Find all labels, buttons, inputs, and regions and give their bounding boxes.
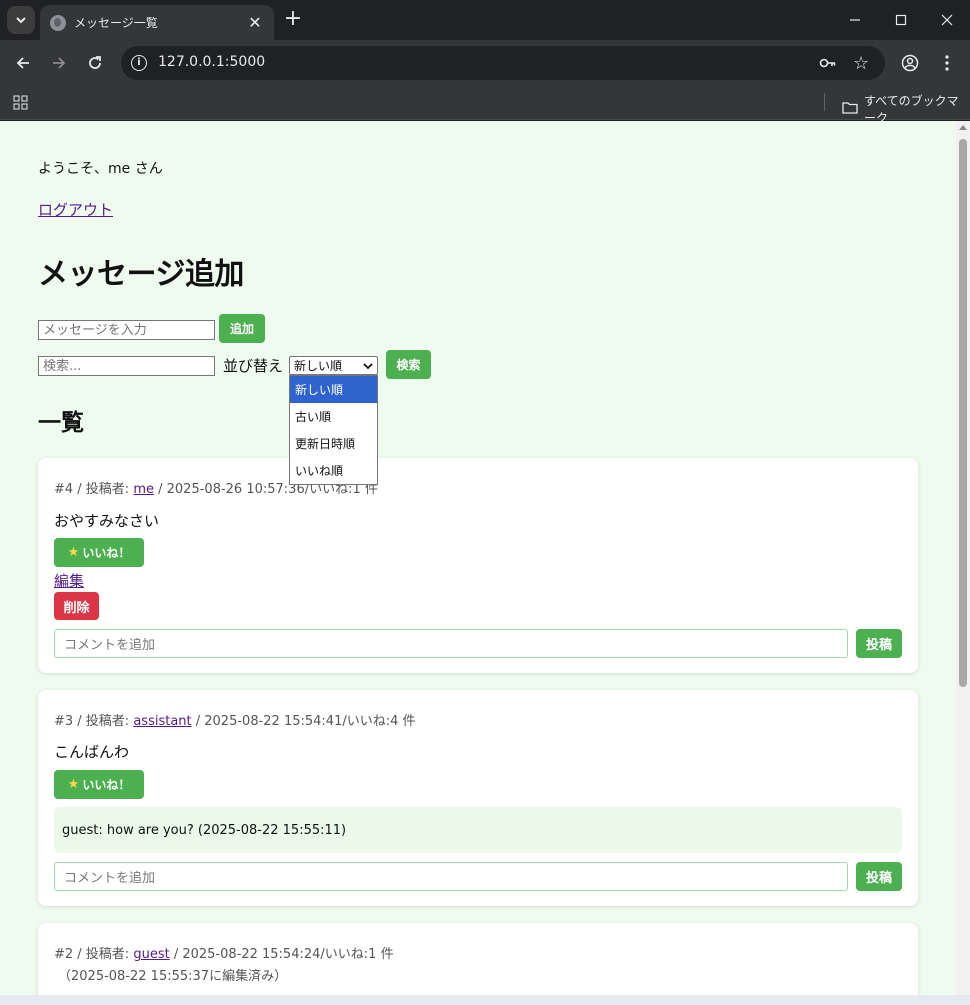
close-tab-icon[interactable]: ✕ [246, 13, 264, 32]
comment-item: guest: how are you? (2025-08-22 15:55:11… [54, 807, 902, 853]
message-text: こんばんわ [54, 743, 130, 761]
meta-suffix: / 2025-08-22 15:54:24/いいね:1 件 [169, 947, 394, 962]
author-link[interactable]: assistant [133, 714, 191, 729]
sort-option[interactable]: 更新日時順 [290, 430, 377, 457]
like-label: いいね！ [82, 546, 131, 560]
maximize-button[interactable] [878, 0, 924, 40]
meta-prefix: #3 / 投稿者: [54, 714, 134, 729]
minimize-button[interactable] [832, 0, 878, 40]
chevron-down-icon [363, 359, 373, 373]
sort-option[interactable]: 新しい順 [290, 376, 377, 403]
new-tab-button[interactable]: + [282, 8, 304, 30]
edited-note: （2025-08-22 15:55:37に編集済み） [58, 969, 288, 984]
sort-dropdown-list: 新しい順 古い順 更新日時順 いいね順 [289, 375, 378, 485]
tab-bar: メッセージ一覧 ✕ + [0, 0, 970, 40]
taskbar-strip [0, 995, 970, 1005]
browser-tab[interactable]: メッセージ一覧 ✕ [40, 5, 274, 40]
site-info-icon[interactable]: i [131, 55, 147, 71]
like-label: いいね！ [82, 778, 131, 792]
meta-suffix: / 2025-08-22 15:54:41/いいね:4 件 [191, 714, 416, 729]
search-button[interactable]: 検索 [386, 350, 431, 379]
edit-link[interactable]: 編集 [54, 570, 84, 591]
post-comment-button[interactable]: 投稿 [856, 629, 902, 658]
forward-arrow-icon[interactable] [47, 51, 71, 75]
page-scrollbar[interactable] [956, 121, 970, 995]
message-card: #4 / 投稿者: me / 2025-08-26 10:57:36/いいね:1… [38, 458, 918, 673]
bookmark-star-icon[interactable]: ☆ [853, 53, 869, 74]
star-icon: ★ [67, 777, 80, 792]
chevron-down-icon [15, 11, 27, 30]
sort-option[interactable]: 古い順 [290, 403, 377, 430]
list-heading: 一覧 [38, 410, 84, 436]
welcome-text: ようこそ、me さん [38, 161, 163, 177]
message-meta: #2 / 投稿者: guest / 2025-08-22 15:54:24/いい… [54, 943, 394, 962]
scroll-up-arrow-icon[interactable] [959, 125, 967, 130]
key-icon[interactable] [819, 55, 837, 74]
folder-icon [842, 101, 858, 117]
reload-icon[interactable] [83, 51, 107, 75]
message-text: おやすみなさい [54, 512, 160, 530]
author-link[interactable]: guest [133, 947, 169, 962]
add-message-heading: メッセージ追加 [38, 257, 244, 292]
sort-selected-value: 新しい順 [294, 359, 343, 373]
search-input[interactable] [38, 356, 215, 376]
bookmarks-bar: すべてのブックマーク [0, 86, 970, 125]
address-bar[interactable]: i 127.0.0.1:5000 ☆ [121, 46, 885, 80]
post-comment-button[interactable]: 投稿 [856, 862, 902, 891]
meta-prefix: #4 / 投稿者: [54, 482, 134, 497]
tab-search-button[interactable] [7, 6, 35, 34]
comment-input[interactable]: コメントを追加 [54, 629, 848, 658]
profile-icon[interactable] [898, 51, 922, 75]
comment-input[interactable]: コメントを追加 [54, 862, 848, 891]
sort-select[interactable]: 新しい順 [289, 356, 378, 375]
tab-title: メッセージ一覧 [74, 16, 158, 30]
url-text: 127.0.0.1:5000 [158, 54, 266, 70]
message-meta: #3 / 投稿者: assistant / 2025-08-22 15:54:4… [54, 710, 416, 729]
like-button[interactable]: ★ いいね！ [54, 770, 144, 799]
back-arrow-icon[interactable] [11, 51, 35, 75]
message-input[interactable] [38, 320, 215, 340]
meta-prefix: #2 / 投稿者: [54, 947, 134, 962]
scrollbar-thumb[interactable] [959, 139, 967, 687]
menu-kebab-icon[interactable] [935, 51, 959, 75]
apps-grid-icon[interactable] [13, 95, 28, 114]
add-button[interactable]: 追加 [219, 314, 265, 343]
like-button[interactable]: ★ いいね！ [54, 538, 144, 567]
logout-link[interactable]: ログアウト [38, 199, 113, 220]
bookmarks-divider [824, 93, 825, 111]
page-viewport: ようこそ、me さん ログアウト メッセージ追加 追加 並び替え 新しい順 検索… [0, 121, 970, 995]
message-card: #2 / 投稿者: guest / 2025-08-22 15:54:24/いい… [38, 923, 918, 995]
delete-button[interactable]: 削除 [54, 592, 99, 620]
sort-option[interactable]: いいね順 [290, 457, 377, 484]
close-window-button[interactable] [924, 0, 970, 40]
message-card: #3 / 投稿者: assistant / 2025-08-22 15:54:4… [38, 690, 918, 906]
star-icon: ★ [67, 545, 80, 560]
browser-toolbar: i 127.0.0.1:5000 ☆ [0, 40, 970, 86]
sort-label: 並び替え [223, 357, 284, 375]
globe-icon [50, 14, 66, 31]
author-link[interactable]: me [133, 482, 154, 497]
